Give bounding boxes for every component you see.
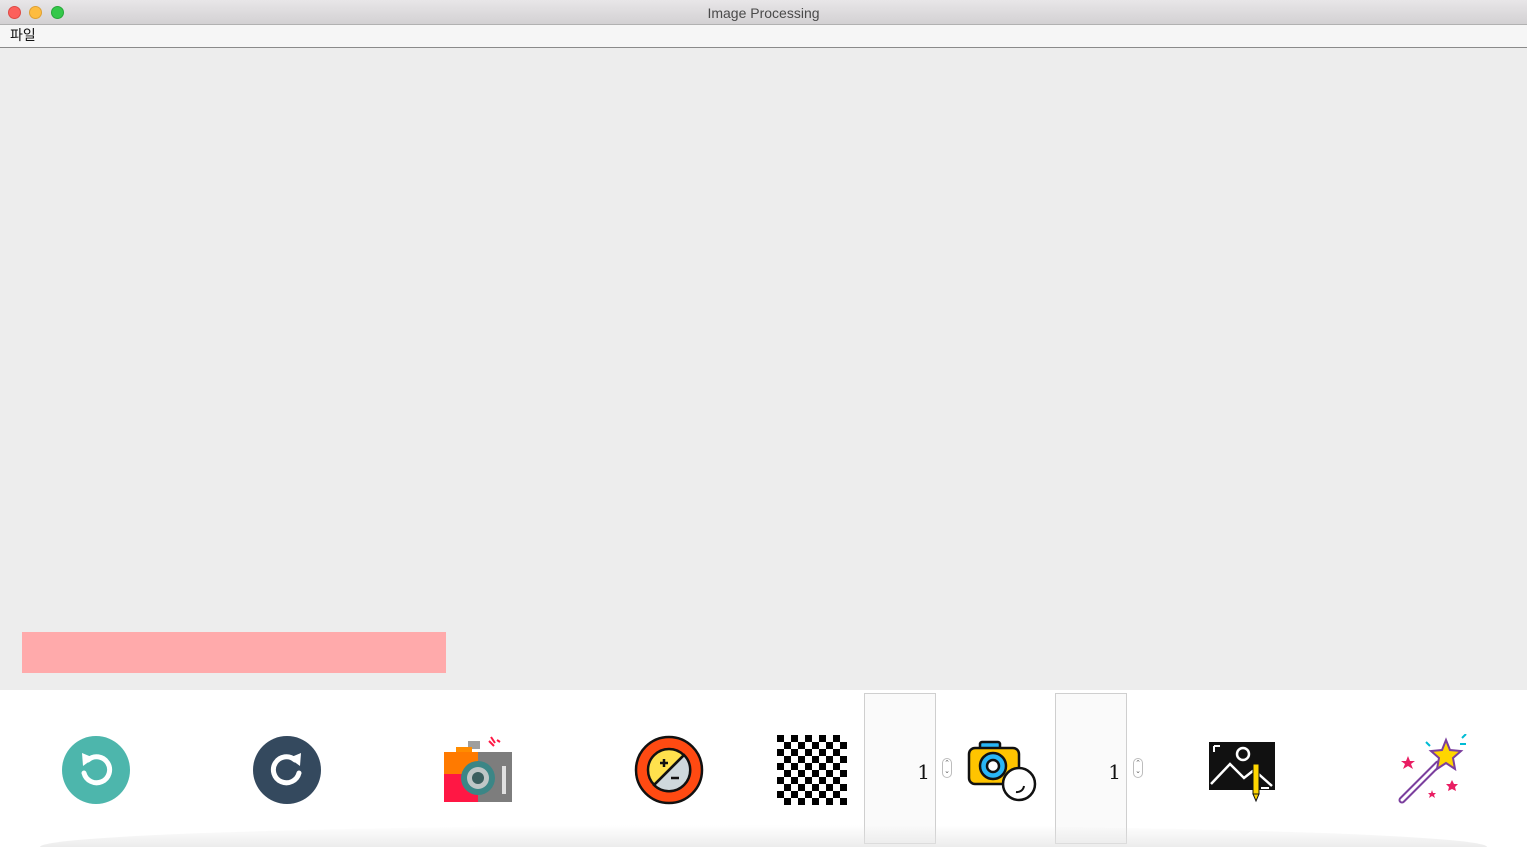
- rotate-left-button[interactable]: [60, 734, 132, 806]
- image-edit-button[interactable]: [1206, 734, 1278, 806]
- image-edit-icon: [1209, 742, 1275, 803]
- menu-file[interactable]: 파일: [10, 27, 36, 45]
- magic-wand-button[interactable]: [1396, 734, 1468, 806]
- spinbox-value: 1: [917, 760, 930, 784]
- rotate-left-icon: [62, 736, 130, 804]
- mosaic-button[interactable]: [776, 734, 848, 806]
- mosaic-size-stepper[interactable]: ⌃ ⌄: [942, 758, 952, 778]
- rotate-right-button[interactable]: [251, 734, 323, 806]
- spinbox-value: 1: [1108, 760, 1121, 784]
- title-bar[interactable]: Image Processing: [0, 0, 1527, 25]
- window-title: Image Processing: [707, 5, 820, 21]
- menu-bar: 파일: [0, 25, 1527, 48]
- mosaic-size-spinbox[interactable]: 1: [864, 693, 936, 844]
- status-bar: [22, 632, 446, 673]
- camera-filter-button[interactable]: [966, 734, 1038, 806]
- rotate-right-icon: [253, 736, 321, 804]
- exposure-button[interactable]: [633, 734, 705, 806]
- camera-color-button[interactable]: [442, 734, 514, 806]
- toolbar-shadow: [40, 825, 1487, 847]
- camera-color-icon: [444, 736, 512, 802]
- filter-level-spinbox[interactable]: 1: [1055, 693, 1127, 844]
- filter-level-stepper[interactable]: ⌃ ⌄: [1133, 758, 1143, 778]
- app-window: Image Processing 파일 1 ⌃ ⌄ 1 ⌃ ⌄: [0, 0, 1527, 847]
- magic-wand-icon: [1398, 734, 1467, 804]
- image-canvas: [0, 48, 1527, 690]
- camera-lens-icon: [967, 740, 1037, 802]
- exposure-icon: [634, 735, 704, 805]
- tool-bar: 1 ⌃ ⌄ 1 ⌃ ⌄: [0, 690, 1527, 847]
- checkerboard-icon: [777, 735, 847, 805]
